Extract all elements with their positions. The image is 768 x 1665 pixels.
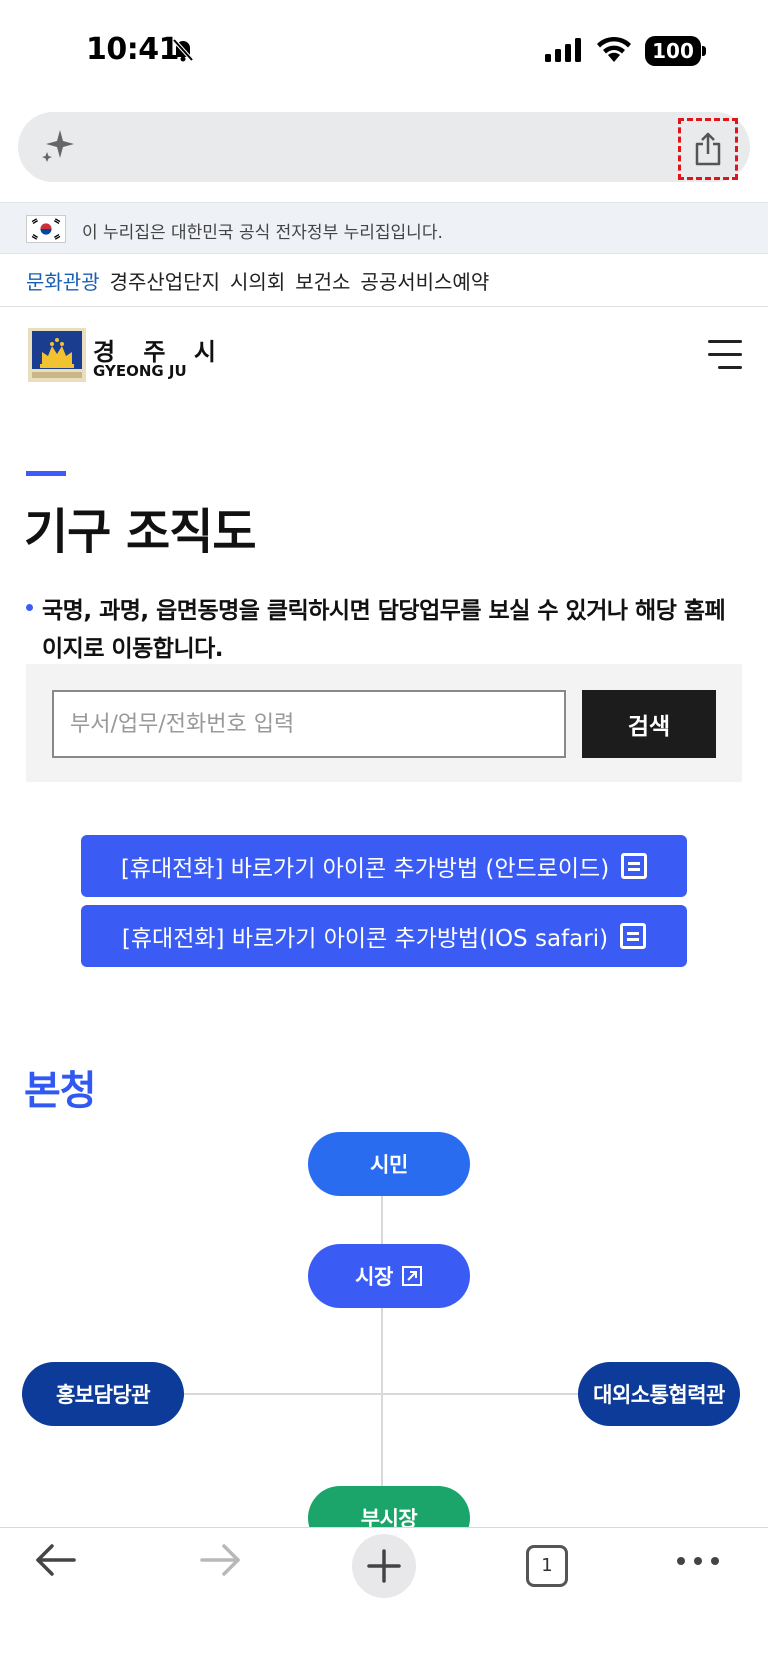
document-icon <box>621 853 648 879</box>
bell-muted-icon <box>172 38 194 62</box>
page-title: 기구 조직도 <box>24 504 257 560</box>
header-divider <box>0 306 768 307</box>
share-icon <box>695 132 721 166</box>
org-connector-horizontal <box>180 1393 580 1395</box>
org-node-label: 시민 <box>370 1153 408 1177</box>
org-node-mayor[interactable]: 시장 <box>308 1244 470 1308</box>
clock: 10:41 <box>86 32 180 67</box>
org-node-label: 시장 <box>355 1265 393 1289</box>
quick-link-health-center[interactable]: 보건소 <box>295 266 350 296</box>
cellular-signal-icon <box>545 38 581 62</box>
menu-button[interactable] <box>706 340 742 370</box>
ios-shortcut-guide-button[interactable]: [휴대전화] 바로가기 아이콘 추가방법(IOS safari) <box>81 905 687 967</box>
gov-banner: 이 누리집은 대한민국 공식 전자정부 누리집입니다. <box>0 202 768 254</box>
guide-label: [휴대전화] 바로가기 아이콘 추가방법(IOS safari) <box>121 926 609 952</box>
notice-text: 국명, 과명, 읍면동명을 클릭하시면 담당업무를 보실 수 있거나 해당 홈페… <box>42 598 726 662</box>
logo-english-text: GYEONG JU <box>93 362 187 380</box>
title-accent-bar <box>26 471 66 476</box>
org-connector-vertical <box>381 1180 383 1520</box>
forward-arrow-icon[interactable] <box>198 1538 242 1582</box>
org-node-pr-officer[interactable]: 홍보담당관 <box>22 1362 184 1426</box>
quick-link-city-council[interactable]: 시의회 <box>230 266 285 296</box>
korea-flag-icon <box>26 215 66 243</box>
quick-links-nav: 문화관광 경주산업단지 시의회 보건소 공공서비스예약 <box>26 266 489 296</box>
status-bar: 10:41 100 <box>0 0 768 100</box>
address-bar[interactable] <box>18 112 750 182</box>
org-node-label: 대외소통협력관 <box>593 1383 725 1407</box>
external-link-icon <box>401 1266 422 1286</box>
back-arrow-icon[interactable] <box>34 1538 78 1582</box>
menu-line <box>708 340 742 343</box>
quick-link-culture-tourism[interactable]: 문화관광 <box>26 266 100 296</box>
quick-link-industrial-complex[interactable]: 경주산업단지 <box>110 266 220 296</box>
gov-banner-text: 이 누리집은 대한민국 공식 전자정부 누리집입니다. <box>82 223 443 243</box>
menu-line <box>708 353 742 356</box>
section-title: 본청 <box>24 1068 97 1114</box>
menu-line <box>718 366 742 369</box>
search-button[interactable]: 검색 <box>582 690 716 758</box>
document-icon <box>620 923 647 949</box>
gyeongju-emblem-logo[interactable] <box>28 328 86 382</box>
search-input[interactable] <box>52 690 566 758</box>
share-button[interactable] <box>678 118 738 180</box>
wifi-icon <box>597 36 631 62</box>
new-tab-button[interactable] <box>352 1534 416 1598</box>
org-node-citizen[interactable]: 시민 <box>308 1132 470 1196</box>
battery-indicator: 100 <box>645 36 701 66</box>
notice-bullet <box>26 604 33 611</box>
guide-label: [휴대전화] 바로가기 아이콘 추가방법 (안드로이드) <box>120 856 610 882</box>
android-shortcut-guide-button[interactable]: [휴대전화] 바로가기 아이콘 추가방법 (안드로이드) <box>81 835 687 897</box>
sparkle-icon[interactable] <box>40 128 76 164</box>
more-options-icon[interactable] <box>676 1556 720 1566</box>
battery-tip <box>702 46 706 56</box>
org-node-label: 홍보담당관 <box>55 1383 151 1407</box>
plus-icon <box>367 1549 401 1583</box>
org-node-external-cooperation-officer[interactable]: 대외소통협력관 <box>578 1362 740 1426</box>
quick-link-public-service-reservation[interactable]: 공공서비스예약 <box>360 266 489 296</box>
tab-switcher-button[interactable]: 1 <box>526 1545 568 1587</box>
